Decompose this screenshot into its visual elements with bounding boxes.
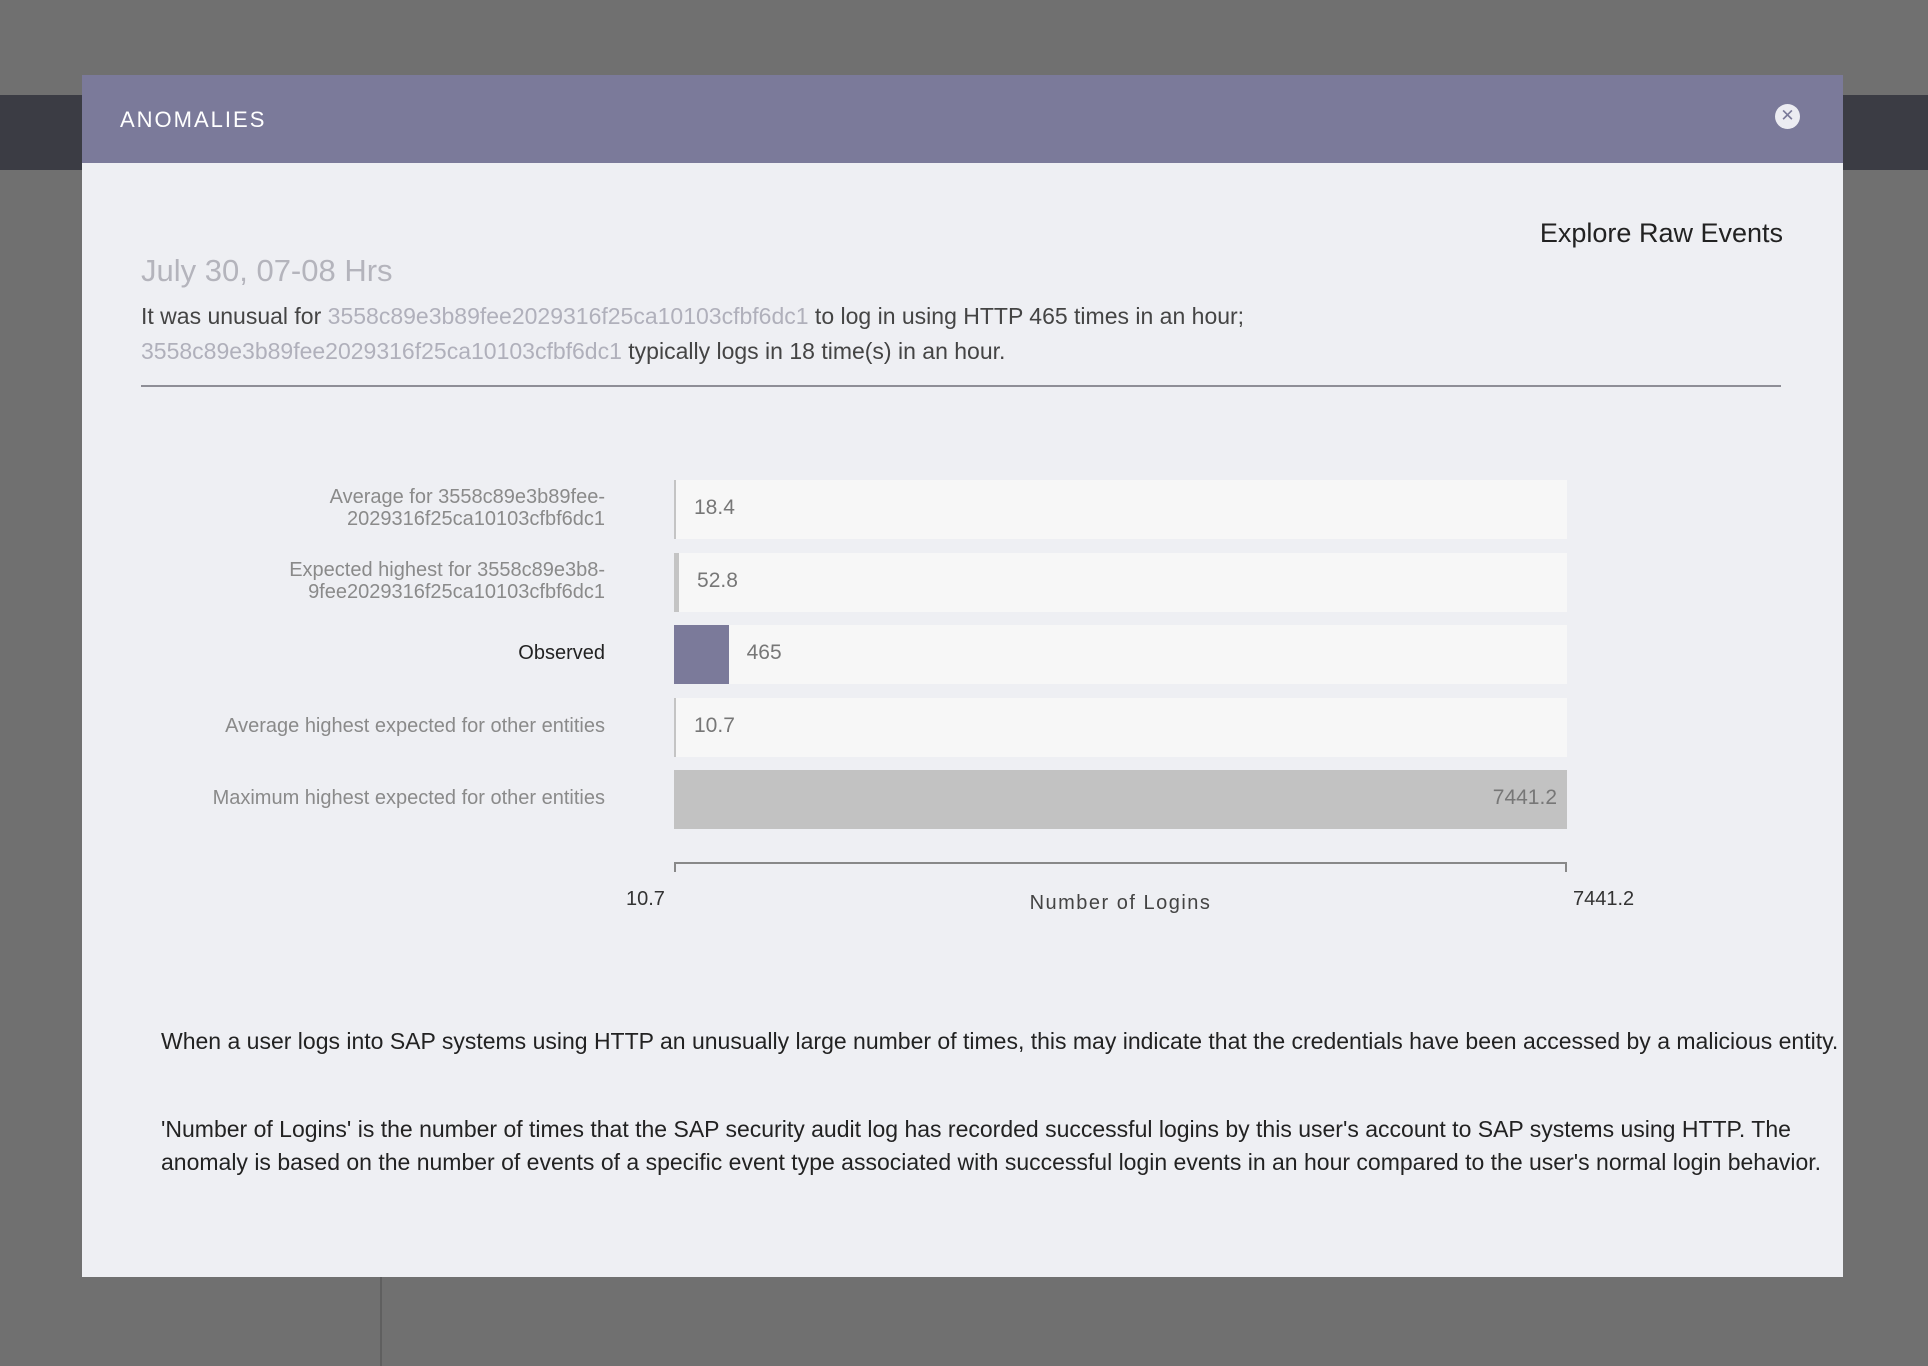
bar[interactable] [674, 697, 676, 757]
bar-track: 7441.2 [674, 770, 1567, 829]
bar-label-line: Average for 3558c89e3b89fee- [329, 486, 605, 508]
bar-value-label: 52.8 [697, 568, 738, 592]
summary-text: to log in using HTTP 465 times in an hou… [808, 303, 1245, 329]
bar-label-line: Expected highest for 3558c89e3b8- [289, 558, 605, 581]
x-axis-title: Number of Logins [1029, 892, 1212, 914]
bar-label: Maximum highest expected for other entit… [165, 787, 605, 809]
bar-track: 18.4 [674, 480, 1567, 539]
background-divider [380, 1270, 382, 1366]
metric-description: 'Number of Logins' is the number of time… [161, 1116, 1822, 1175]
entity-link[interactable]: 3558c89e3b89fee2029316f25ca10103cfbf6dc1 [328, 303, 809, 329]
bar-label-line: Average highest expected for other entit… [225, 714, 605, 737]
bar-track: 10.7 [674, 697, 1567, 757]
bar-label-line: 9fee2029316f25ca10103cfbf6dc1 [308, 580, 605, 603]
x-axis [674, 862, 1567, 872]
close-icon[interactable]: ✕ [1775, 104, 1800, 129]
anomalies-modal: ANOMALIES ✕ Explore Raw Events July 30, … [82, 75, 1843, 1277]
bar-value-label: 7441.2 [1492, 786, 1557, 809]
bar-label-line: 2029316f25ca10103cfbf6dc1 [346, 508, 605, 530]
bar[interactable] [674, 625, 729, 684]
bar-value-label: 18.4 [694, 496, 735, 519]
x-axis-max-label: 7441.2 [1573, 888, 1635, 910]
bar-value-label: 10.7 [694, 713, 735, 737]
x-axis-min-label: 10.7 [626, 888, 665, 910]
explore-raw-events-link[interactable]: Explore Raw Events [1540, 218, 1783, 249]
bar-track: 465 [674, 625, 1567, 684]
anomaly-date-heading: July 30, 07-08 Hrs [141, 253, 393, 288]
bar-track: 52.8 [674, 552, 1567, 612]
anomaly-description: When a user logs into SAP systems using … [161, 1028, 1839, 1054]
bar-label: Average for 3558c89e3b89fee- 2029316f25ca… [165, 486, 605, 530]
bar[interactable] [674, 770, 1567, 829]
bar-label: Expected highest for 3558c89e3b8- 9fee202… [165, 559, 605, 603]
modal-title: ANOMALIES [120, 107, 267, 132]
bar-label-line: Maximum highest expected for other entit… [212, 787, 605, 809]
bar[interactable] [674, 552, 680, 612]
entity-link[interactable]: 3558c89e3b89fee2029316f25ca10103cfbf6dc1 [141, 338, 622, 364]
section-divider [141, 385, 1781, 387]
bar[interactable] [674, 480, 676, 539]
bar-label-line: Observed [518, 642, 605, 664]
bar-label: Average highest expected for other entit… [165, 715, 605, 737]
anomaly-summary: It was unusual for 3558c89e3b89fee202931… [141, 299, 1781, 369]
bar-value-label: 465 [746, 641, 782, 664]
summary-text: typically logs in 18 time(s) in an hour. [621, 338, 1006, 364]
bar-label: Observed [165, 642, 605, 664]
modal-header: ANOMALIES ✕ [82, 75, 1843, 163]
summary-text: It was unusual for [141, 303, 328, 329]
